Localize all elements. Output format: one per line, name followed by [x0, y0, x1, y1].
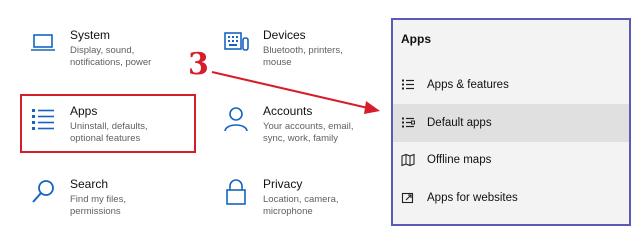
panel-header: Apps [401, 32, 431, 46]
map-icon [401, 153, 415, 167]
menu-item-label: Default apps [427, 117, 492, 129]
menu-item-label: Apps & features [427, 79, 509, 91]
tile-title: Accounts [263, 104, 313, 118]
apps-panel: Apps Apps & features Default apps Offlin… [391, 18, 631, 226]
settings-tile-privacy[interactable]: Privacy Location, camera, microphone [221, 177, 371, 218]
settings-tile-system[interactable]: System Display, sound, notifications, po… [28, 28, 178, 69]
menu-item-apps-features[interactable]: Apps & features [393, 66, 629, 104]
person-icon [221, 104, 251, 134]
tile-title: System [70, 28, 111, 42]
tile-description: Display, sound, notifications, power [70, 45, 152, 68]
step-number: 3 [188, 47, 209, 82]
menu-item-apps-for-websites[interactable]: Apps for websites [393, 179, 629, 217]
highlight-box [20, 94, 196, 153]
tile-description: Find my files, permissions [70, 194, 126, 217]
open-external-icon [401, 191, 415, 205]
tile-title: Search [70, 177, 109, 191]
menu-item-label: Apps for websites [427, 192, 518, 204]
lock-icon [221, 177, 251, 207]
menu-item-label: Offline maps [427, 154, 492, 166]
tile-title: Privacy [263, 177, 303, 191]
laptop-icon [28, 28, 58, 58]
settings-tile-search[interactable]: Search Find my files, permissions [28, 177, 178, 218]
settings-tile-devices[interactable]: Devices Bluetooth, printers, mouse [221, 28, 371, 69]
tile-description: Bluetooth, printers, mouse [263, 45, 343, 68]
tile-description: Your accounts, email, sync, work, family [263, 121, 354, 144]
tile-title: Devices [263, 28, 306, 42]
menu-item-default-apps[interactable]: Default apps [393, 104, 629, 142]
search-icon [28, 177, 58, 207]
settings-tile-accounts[interactable]: Accounts Your accounts, email, sync, wor… [221, 104, 371, 145]
tile-description: Location, camera, microphone [263, 194, 339, 217]
keyboard-icon [221, 28, 251, 58]
apps-features-icon [401, 78, 415, 92]
default-apps-icon [401, 116, 415, 130]
menu-item-offline-maps[interactable]: Offline maps [393, 141, 629, 179]
